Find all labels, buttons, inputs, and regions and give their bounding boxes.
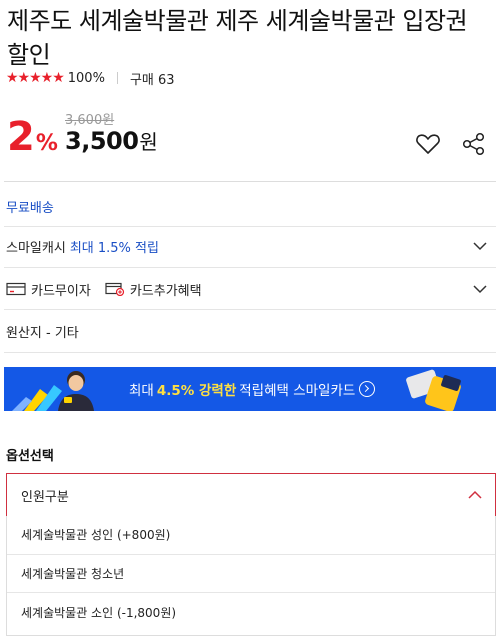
divider [4,267,496,268]
option-select-title: 옵션선택 [6,449,54,464]
discount-rate: 2 % [7,113,58,161]
person-type-select-label: 인원구분 [21,489,69,505]
chevron-down-icon [473,242,487,251]
rating-stars-icon: ★★★★★ [6,70,65,86]
smilecash-value: 최대 1.5% 적립 [69,240,159,256]
free-shipping-label: 무료배송 [6,201,54,216]
heart-icon [416,134,440,154]
rating-percent: 100% [67,70,105,86]
credit-card-icon [6,282,26,296]
divider [116,72,118,84]
sale-price-unit: 원 [139,130,158,154]
divider [4,226,496,227]
discount-number: 2 [7,114,35,160]
divider [4,352,496,353]
share-icon [462,132,485,156]
chevron-down-icon [473,285,487,294]
card-extra-benefit-label: 카드추가혜택 [129,283,202,299]
divider [4,181,496,182]
smilecash-label: 스마일캐시 [6,240,66,256]
option-item-adult[interactable]: 세계술박물관 성인 (+800원) [7,516,495,555]
rating-summary: ★★★★★ 100% 구매 63 [6,69,175,88]
sale-price-number: 3,500 [65,127,139,155]
purchase-count: 구매 63 [129,72,175,88]
promo-illustration [12,371,94,411]
share-button[interactable] [460,130,488,158]
discount-unit: % [35,131,58,156]
option-item-youth[interactable]: 세계술박물관 청소년 [7,555,495,593]
promo-prefix: 최대 [129,383,154,399]
person-type-options: 세계술박물관 성인 (+800원) 세계술박물관 청소년 세계술박물관 소인 (… [6,516,496,636]
origin-label: 원산지 - 기타 [6,325,79,341]
card-interest-free-label: 카드무이자 [31,283,91,299]
smilecard-illustration [406,369,461,411]
smilecash-row[interactable]: 스마일캐시 최대 1.5% 적립 [6,236,496,256]
chevron-up-icon [468,490,482,499]
card-interest-free: 카드무이자 [6,280,91,299]
card-plus-icon [105,282,124,296]
sale-price: 3,500 원 [65,126,158,155]
card-extra-benefit: 카드추가혜택 [105,280,202,299]
promo-highlight: 4.5% 강력한 [156,383,237,399]
divider [4,309,496,310]
person-type-select[interactable]: 인원구분 [6,473,496,517]
smilecard-promo-banner[interactable]: 최대 4.5% 강력한 적립혜택 스마일카드 [4,367,496,411]
promo-banner-text: 최대 4.5% 강력한 적립혜택 스마일카드 [129,379,376,399]
product-title: 제주도 세계술박물관 제주 세계술박물관 입장권 할인 [7,7,468,69]
promo-suffix: 적립혜택 스마일카드 [239,383,356,399]
origin-row: 원산지 - 기타 [6,321,496,341]
option-item-child[interactable]: 세계술박물관 소인 (-1,800원) [7,593,495,632]
arrow-right-circle-icon [359,381,376,397]
card-benefits-row[interactable]: 카드무이자 카드추가혜택 [6,279,496,299]
wishlist-button[interactable] [414,130,442,158]
